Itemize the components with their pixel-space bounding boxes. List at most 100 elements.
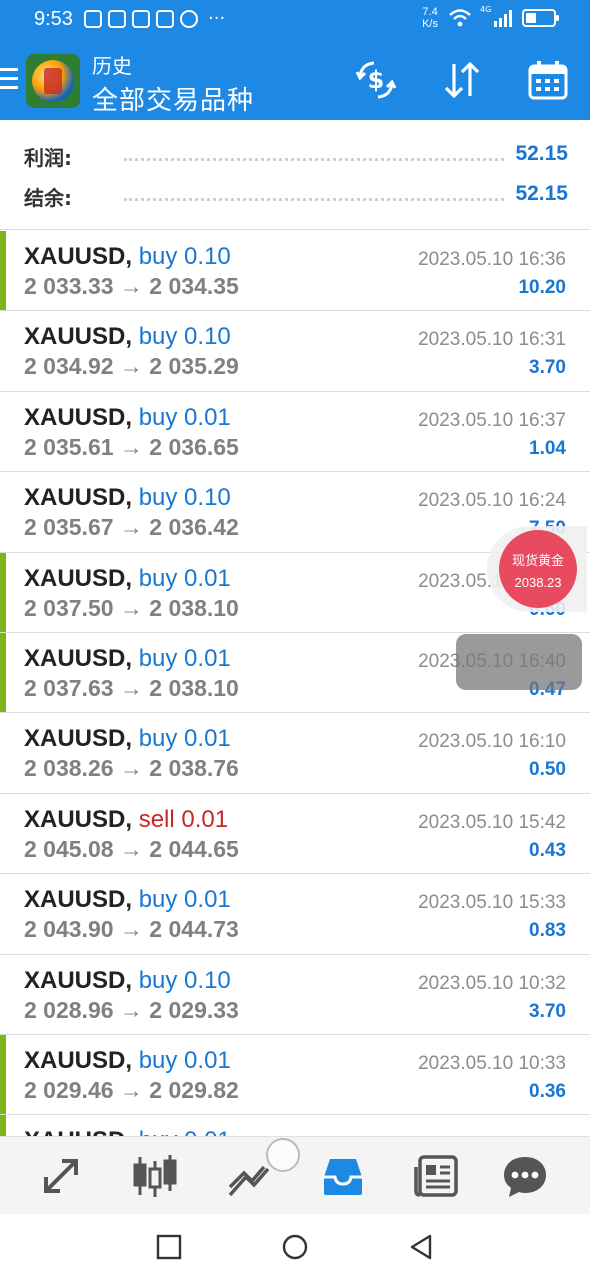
recent-apps-icon[interactable] [156, 1234, 182, 1260]
more-dots-icon: ··· [208, 8, 226, 29]
trade-volume: buy 0.10 [138, 484, 231, 512]
svg-text:$: $ [368, 66, 385, 94]
trade-row[interactable]: XAUUSD, buy 0.10 2 034.92 → 2 035.29 2023.… [0, 311, 590, 392]
trade-symbol: XAUUSD, [24, 243, 133, 270]
trade-title: XAUUSD, buy 0.01 [24, 404, 231, 432]
trade-row[interactable]: XAUUSD, buy 0.10 2 028.96 → 2 029.33 2023.… [0, 955, 590, 1035]
trade-time: 2023.05.10 10:33 [418, 1052, 566, 1074]
system-status-icons: 7.4 K/s 4G [422, 5, 559, 30]
trade-title: XAUUSD, buy 0.10 [24, 243, 231, 271]
home-icon[interactable] [282, 1234, 308, 1260]
trade-accent-bar [0, 1115, 6, 1136]
trade-time: 2023.05.10 15:33 [418, 892, 566, 914]
system-nav-bar [0, 1214, 590, 1280]
trade-title: XAUUSD, buy 0.01 [24, 645, 231, 673]
floating-overlay[interactable] [456, 634, 582, 690]
trade-time: 2023.05.10 15:42 [418, 811, 566, 833]
trade-symbol: XAUUSD, [24, 403, 133, 431]
page-title-small: 历史 [92, 54, 132, 78]
gold-price-bubble[interactable]: 现货黄金 2038.23 [499, 530, 577, 608]
sort-icon[interactable] [440, 58, 484, 102]
trade-symbol: XAUUSD, [24, 1127, 132, 1136]
trade-symbol: XAUUSD, [24, 966, 133, 994]
trade-time: 2023.05.10 16:31 [418, 329, 566, 351]
floating-gold-widget[interactable]: 现货黄金 2038.23 [487, 526, 587, 612]
trade-prices: 2 033.33 → 2 034.35 [24, 273, 239, 299]
trade-profit: 0.43 [529, 839, 566, 861]
battery-icon [522, 9, 559, 27]
app-icon [108, 10, 126, 28]
dotted-leader [124, 198, 504, 201]
trade-prices: 2 038.26 → 2 038.76 [24, 755, 239, 782]
trade-volume: buy 0.01 [138, 725, 231, 753]
trade-row[interactable]: XAUUSD, sell 0.01 2 045.08 → 2 044.65 2023… [0, 794, 590, 875]
trade-profit: 10.20 [518, 277, 566, 298]
trade-title: XAUUSD, buy 0.10 [24, 484, 231, 512]
trade-title: XAUUSD, sell 0.01 [24, 806, 228, 834]
notification-icons: ··· [84, 10, 225, 28]
calendar-icon[interactable] [526, 58, 570, 102]
trade-title: XAUUSD, buy 0.01 [24, 565, 231, 593]
trade-accent-bar [0, 1034, 6, 1115]
trade-profit: 1.04 [529, 437, 566, 459]
trade-volume: buy 0.10 [138, 966, 231, 994]
messages-icon[interactable] [500, 1151, 550, 1201]
trade-prices: 2 029.46 → 2 029.82 [24, 1076, 239, 1103]
trade-title: XAUUSD, buy 0.10 [24, 967, 231, 995]
trade-time: 2023.05.10 10:32 [418, 972, 566, 994]
trade-symbol: XAUUSD, [24, 725, 133, 753]
history-icon[interactable] [318, 1151, 368, 1201]
trade-profit: 3.70 [529, 1000, 566, 1022]
dotted-leader [124, 158, 504, 161]
trade-row[interactable]: XAUUSD, buy 0.01 2 043.90 → 2 044.73 2023.… [0, 874, 590, 955]
status-time: 9:53 [34, 8, 73, 30]
trade-accent-bar [0, 552, 6, 632]
status-bar: 9:53 ··· 7.4 K/s 4G [0, 0, 590, 40]
trade-time: 2023.05.10 16:36 [418, 249, 566, 270]
trade-row[interactable]: XAUUSD, buy 0.01 2 029.46 → 2 029.82 2023.… [0, 1034, 590, 1116]
trade-row[interactable]: XAUUSD, buy 0.01 [0, 1115, 590, 1136]
trade-prices: 2 034.92 → 2 035.29 [24, 353, 239, 380]
trade-volume: buy 0.01 [138, 1046, 231, 1074]
trade-volume: buy 0.01 [138, 886, 231, 914]
trade-profit: 0.50 [529, 759, 566, 781]
trade-symbol: XAUUSD, [24, 484, 133, 512]
trade-prices: 2 037.63 → 2 038.10 [24, 674, 239, 701]
trade-prices: 2 045.08 → 2 044.65 [24, 835, 239, 862]
shield-icon [156, 10, 174, 28]
trade-symbol: XAUUSD, [24, 323, 133, 351]
page-title[interactable]: 全部交易品种 [92, 80, 254, 117]
news-icon[interactable] [412, 1151, 462, 1201]
app-logo [26, 54, 80, 108]
signal-icon: 4G [480, 5, 512, 27]
touch-indicator [266, 1138, 300, 1172]
cloud-icon [132, 10, 150, 28]
menu-icon[interactable] [0, 68, 18, 90]
trade-symbol: XAUUSD, [24, 644, 133, 672]
chart-icon[interactable] [130, 1151, 180, 1201]
profit-value: 52.15 [515, 142, 568, 165]
trade-volume: buy 0.10 [138, 323, 231, 351]
network-type: 4G [480, 5, 492, 14]
gold-label: 现货黄金 [511, 554, 564, 569]
trade-time: 2023.05.10 16:37 [418, 409, 566, 431]
quotes-icon[interactable] [36, 1151, 86, 1201]
balance-label: 结余: [24, 186, 72, 210]
trade-title: XAUUSD, buy 0.01 [24, 725, 231, 753]
wifi-icon [449, 9, 471, 27]
trade-row[interactable]: XAUUSD, buy 0.10 2 033.33 → 2 034.35 2023.… [0, 231, 590, 312]
trade-volume: buy 0.01 [138, 644, 231, 672]
trade-prices: 2 035.61 → 2 036.65 [24, 433, 239, 460]
summary-panel: 利润: 52.15 结余: 52.15 [0, 120, 590, 230]
trade-prices: 2 037.50 → 2 038.10 [24, 594, 239, 621]
currency-exchange-icon[interactable]: $ [354, 58, 398, 102]
trade-volume: buy 0.01 [138, 403, 231, 431]
trade-profit: 3.70 [529, 357, 566, 379]
trade-accent-bar [0, 632, 6, 713]
trade-symbol: XAUUSD, [24, 805, 133, 833]
back-icon[interactable] [408, 1234, 434, 1260]
trade-title: XAUUSD, buy 0.01 [24, 1047, 231, 1075]
trade-row[interactable]: XAUUSD, buy 0.01 2 038.26 → 2 038.76 2023.… [0, 713, 590, 794]
trade-symbol: XAUUSD, [24, 564, 133, 592]
trade-row[interactable]: XAUUSD, buy 0.01 2 035.61 → 2 036.65 2023.… [0, 392, 590, 473]
